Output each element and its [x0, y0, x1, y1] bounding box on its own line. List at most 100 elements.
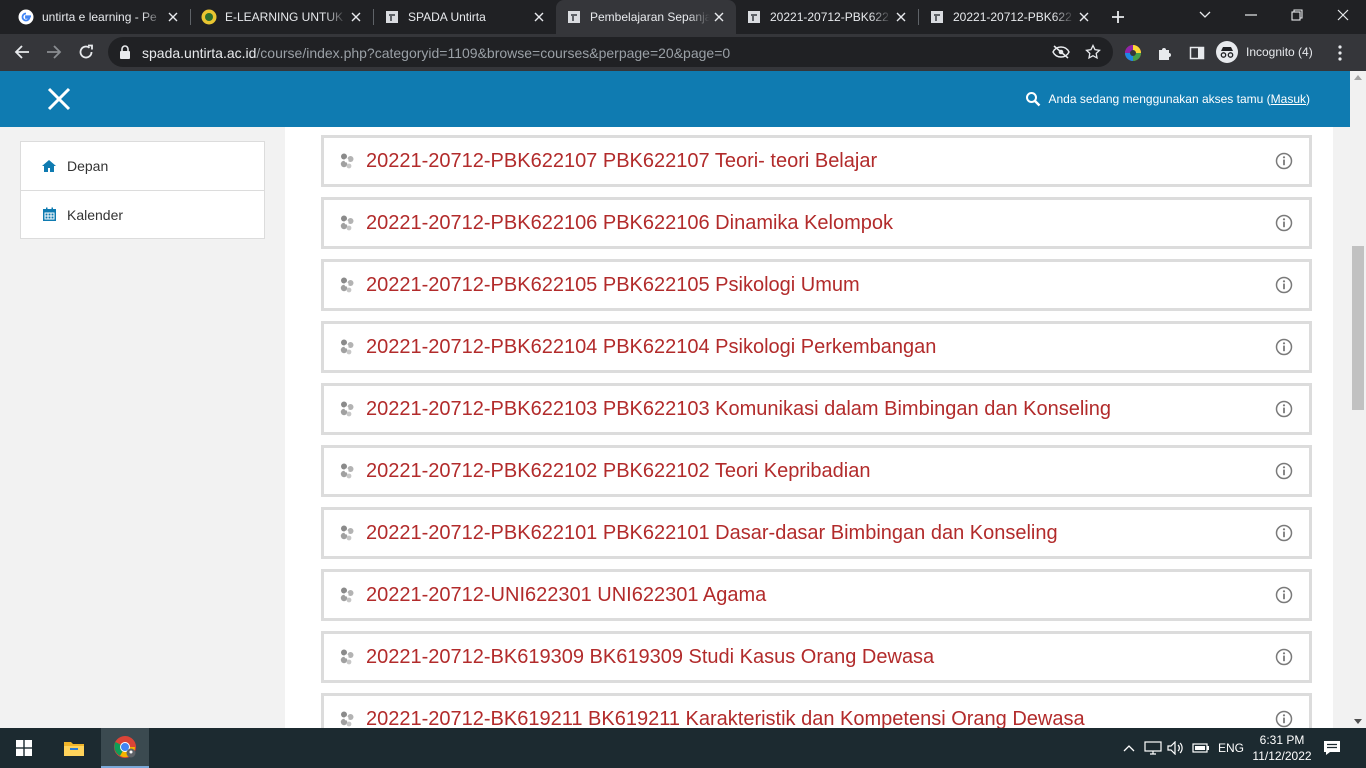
- course-link[interactable]: 20221-20712-BK619211 BK619211 Karakteris…: [366, 708, 1275, 729]
- info-icon[interactable]: [1275, 338, 1293, 356]
- info-icon[interactable]: [1275, 214, 1293, 232]
- tab-close-icon[interactable]: [530, 8, 548, 26]
- course-item: 20221-20712-PBK622106 PBK622106 Dinamika…: [321, 197, 1312, 249]
- info-icon[interactable]: [1275, 152, 1293, 170]
- course-link[interactable]: 20221-20712-PBK622101 PBK622101 Dasar-da…: [366, 522, 1275, 545]
- network-icon[interactable]: [1143, 738, 1163, 758]
- browser-tab[interactable]: 20221-20712-PBK622: [736, 0, 918, 34]
- course-item: 20221-20712-PBK622103 PBK622103 Komunika…: [321, 383, 1312, 435]
- info-icon[interactable]: [1275, 648, 1293, 666]
- browser-tab[interactable]: 20221-20712-PBK622: [919, 0, 1101, 34]
- google-g-icon: [18, 9, 34, 25]
- search-icon[interactable]: [1025, 91, 1041, 107]
- color-wheel-extension-icon[interactable]: [1123, 43, 1143, 63]
- site-navbar: Anda sedang menggunakan akses tamu (Masu…: [0, 71, 1350, 127]
- profile-label: Incognito (4): [1246, 45, 1313, 59]
- window-close-icon[interactable]: [1320, 0, 1366, 30]
- url-path: /course/index.php?categoryid=1109&browse…: [256, 45, 731, 61]
- info-icon[interactable]: [1275, 710, 1293, 728]
- puzzle-extensions-icon[interactable]: [1155, 43, 1175, 63]
- scroll-up-arrow-icon[interactable]: [1354, 75, 1362, 80]
- info-icon[interactable]: [1275, 276, 1293, 294]
- windows-taskbar: ENG 6:31 PM 11/12/2022: [0, 728, 1366, 768]
- browser-tab[interactable]: E-LEARNING UNTUK D: [191, 0, 373, 34]
- battery-icon[interactable]: [1191, 738, 1211, 758]
- page-viewport: Anda sedang menggunakan akses tamu (Masu…: [0, 71, 1366, 728]
- info-icon[interactable]: [1275, 524, 1293, 542]
- notifications-icon[interactable]: [1322, 738, 1342, 758]
- browser-toolbar: spada.untirta.ac.id/course/index.php?cat…: [0, 34, 1366, 71]
- eye-crossed-icon[interactable]: [1052, 43, 1070, 61]
- tab-close-icon[interactable]: [892, 8, 910, 26]
- course-item: 20221-20712-PBK622104 PBK622104 Psikolog…: [321, 321, 1312, 373]
- course-icon: [338, 462, 356, 480]
- chevron-up-icon[interactable]: [1119, 738, 1139, 758]
- login-link[interactable]: Masuk: [1271, 92, 1306, 106]
- info-icon[interactable]: [1275, 586, 1293, 604]
- course-icon: [338, 214, 356, 232]
- course-link[interactable]: 20221-20712-PBK622102 PBK622102 Teori Ke…: [366, 460, 1275, 483]
- course-link[interactable]: 20221-20712-PBK622104 PBK622104 Psikolog…: [366, 336, 1275, 359]
- course-link[interactable]: 20221-20712-PBK622106 PBK622106 Dinamika…: [366, 212, 1275, 235]
- page-scrollbar[interactable]: [1350, 71, 1366, 728]
- browser-tab[interactable]: untirta e learning - Pe: [8, 0, 190, 34]
- course-link[interactable]: 20221-20712-UNI622301 UNI622301 Agama: [366, 584, 1275, 607]
- chrome-taskbar-icon[interactable]: [101, 728, 149, 768]
- course-link[interactable]: 20221-20712-BK619309 BK619309 Studi Kasu…: [366, 646, 1275, 669]
- tab-title: Pembelajaran Sepanja: [590, 10, 710, 24]
- minimize-icon[interactable]: [1228, 0, 1274, 30]
- course-link[interactable]: 20221-20712-PBK622103 PBK622103 Komunika…: [366, 398, 1275, 421]
- kebab-menu-icon[interactable]: [1330, 43, 1350, 63]
- course-link[interactable]: 20221-20712-PBK622107 PBK622107 Teori- t…: [366, 150, 1275, 173]
- url-text: spada.untirta.ac.id/course/index.php?cat…: [142, 45, 730, 61]
- scrollbar-thumb[interactable]: [1352, 246, 1364, 410]
- info-icon[interactable]: [1275, 462, 1293, 480]
- sidebar-item-kalender[interactable]: Kalender: [21, 190, 264, 238]
- address-bar[interactable]: spada.untirta.ac.id/course/index.php?cat…: [108, 37, 1113, 67]
- course-link[interactable]: 20221-20712-PBK622105 PBK622105 Psikolog…: [366, 274, 1275, 297]
- tab-search-chevron-icon[interactable]: [1182, 0, 1228, 30]
- language-indicator[interactable]: ENG: [1214, 728, 1248, 768]
- info-icon[interactable]: [1275, 400, 1293, 418]
- course-item: 20221-20712-PBK622101 PBK622101 Dasar-da…: [321, 507, 1312, 559]
- course-icon: [338, 586, 356, 604]
- nav-drawer: Depan Kalender: [20, 141, 265, 239]
- windows-start-icon[interactable]: [0, 728, 48, 768]
- sidebar-item-label: Depan: [67, 158, 109, 174]
- star-bookmark-icon[interactable]: [1084, 43, 1102, 61]
- course-item: 20221-20712-BK619309 BK619309 Studi Kasu…: [321, 631, 1312, 683]
- language-label: ENG: [1217, 741, 1244, 755]
- forward-arrow-icon[interactable]: [40, 38, 68, 66]
- tab-title: SPADA Untirta: [408, 10, 486, 24]
- lock-icon[interactable]: [118, 44, 132, 60]
- tab-close-icon[interactable]: [164, 8, 182, 26]
- scroll-down-arrow-icon[interactable]: [1354, 719, 1362, 724]
- home-icon: [41, 158, 57, 174]
- tab-close-icon[interactable]: [347, 8, 365, 26]
- course-item: 20221-20712-BK619211 BK619211 Karakteris…: [321, 693, 1312, 728]
- close-drawer-icon[interactable]: [45, 85, 73, 113]
- incognito-profile-button[interactable]: Incognito (4): [1216, 39, 1313, 65]
- back-arrow-icon[interactable]: [8, 38, 36, 66]
- guest-notice-end: ): [1306, 92, 1310, 106]
- page-icon: [929, 9, 945, 25]
- new-tab-plus-icon[interactable]: [1108, 7, 1128, 27]
- tab-title: untirta e learning - Pe: [42, 10, 157, 24]
- restore-icon[interactable]: [1274, 0, 1320, 30]
- tab-close-icon[interactable]: [1075, 8, 1093, 26]
- course-icon: [338, 400, 356, 418]
- tab-close-icon[interactable]: [710, 8, 728, 26]
- browser-tab[interactable]: SPADA Untirta: [374, 0, 556, 34]
- sidebar-item-depan[interactable]: Depan: [21, 142, 264, 190]
- clock-time: 6:31 PM: [1259, 733, 1305, 747]
- browser-tab-active[interactable]: Pembelajaran Sepanja: [556, 0, 736, 34]
- side-panel-icon[interactable]: [1187, 43, 1207, 63]
- course-icon: [338, 276, 356, 294]
- tab-title: E-LEARNING UNTUK D: [225, 10, 347, 24]
- course-item: 20221-20712-PBK622107 PBK622107 Teori- t…: [321, 135, 1312, 187]
- untirta-logo-icon: [201, 9, 217, 25]
- reload-icon[interactable]: [72, 38, 100, 66]
- volume-icon[interactable]: [1166, 738, 1186, 758]
- file-explorer-icon[interactable]: [50, 728, 98, 768]
- clock[interactable]: 6:31 PM 11/12/2022: [1250, 728, 1314, 768]
